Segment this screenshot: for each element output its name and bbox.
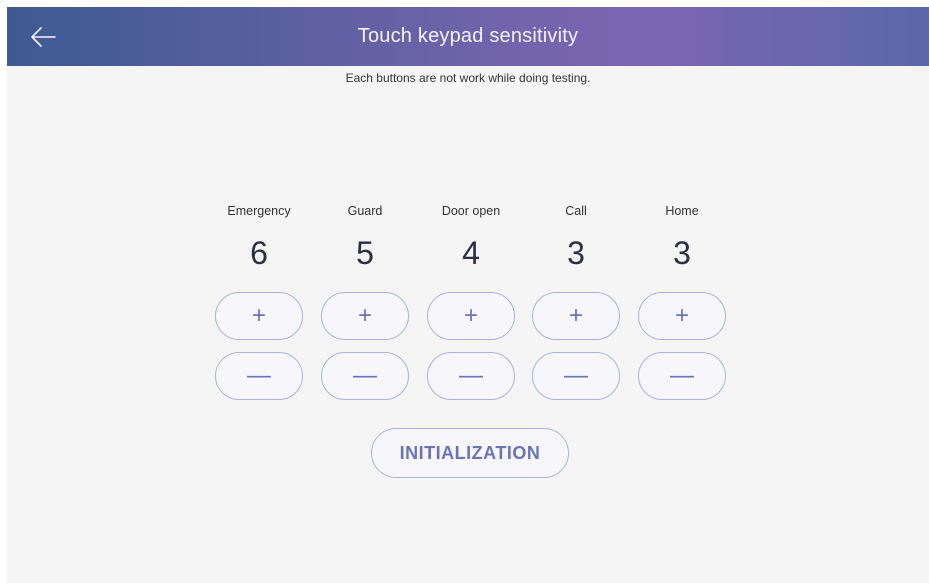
key-column-door-open: Door open 4 + — xyxy=(426,202,516,400)
increase-door-open-button[interactable]: + xyxy=(427,292,515,340)
header-bar: Touch keypad sensitivity xyxy=(7,7,929,66)
decrease-guard-button[interactable]: — xyxy=(321,352,409,400)
key-column-emergency: Emergency 6 + — xyxy=(214,202,304,400)
increase-home-button[interactable]: + xyxy=(638,292,726,340)
decrease-emergency-button[interactable]: — xyxy=(215,352,303,400)
key-value-door-open: 4 xyxy=(462,235,480,271)
key-value-call: 3 xyxy=(567,235,585,271)
key-label-door-open: Door open xyxy=(441,204,501,218)
key-value-guard: 5 xyxy=(356,235,374,271)
key-label-emergency: Emergency xyxy=(227,204,291,218)
page-title: Touch keypad sensitivity xyxy=(357,25,579,47)
key-value-home: 3 xyxy=(673,235,691,271)
decrease-door-open-button[interactable]: — xyxy=(427,352,515,400)
key-column-call: Call 3 + — xyxy=(531,202,621,400)
key-column-guard: Guard 5 + — xyxy=(320,202,410,400)
app-screen: Touch keypad sensitivity Each buttons ar… xyxy=(7,7,929,583)
decrease-call-button[interactable]: — xyxy=(532,352,620,400)
initialization-button[interactable]: INITIALIZATION xyxy=(371,428,569,478)
key-label-home: Home xyxy=(665,204,699,218)
key-label-call: Call xyxy=(565,204,587,218)
increase-call-button[interactable]: + xyxy=(532,292,620,340)
increase-emergency-button[interactable]: + xyxy=(215,292,303,340)
key-label-guard: Guard xyxy=(347,204,383,218)
key-value-emergency: 6 xyxy=(250,235,268,271)
decrease-home-button[interactable]: — xyxy=(638,352,726,400)
increase-guard-button[interactable]: + xyxy=(321,292,409,340)
key-column-home: Home 3 + — xyxy=(637,202,727,400)
testing-notice: Each buttons are not work while doing te… xyxy=(345,71,591,85)
